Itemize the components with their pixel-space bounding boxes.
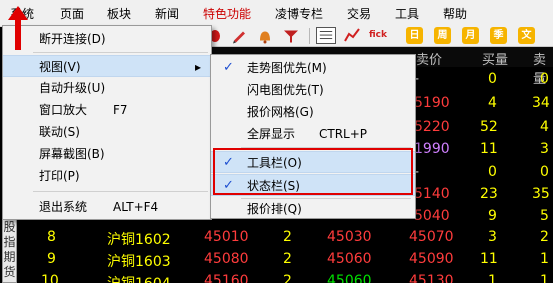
table-row[interactable]: 10 沪铜1604 45160 2 45060 45130 1 1: [0, 273, 553, 283]
menu-item-flash-first[interactable]: 闪电图优先(T): [211, 79, 415, 101]
bid-volume: 23: [480, 186, 498, 202]
line-chart-icon[interactable]: [343, 27, 361, 44]
weekly-button[interactable]: 周: [434, 27, 451, 44]
daily-button[interactable]: 日: [406, 27, 423, 44]
submenu-arrow-icon: ▸: [195, 60, 202, 74]
table-row[interactable]: 9 沪铜1603 45080 2 45060 45090 11 1: [0, 251, 553, 272]
bid-volume: 0: [488, 71, 497, 87]
ask-price: 1990: [414, 141, 450, 157]
table-row[interactable]: 8 沪铜1602 45010 2 45030 45070 3 2: [0, 229, 553, 250]
volume: 2: [283, 229, 292, 245]
ask-price: 45130: [409, 273, 454, 283]
row-number: 10: [41, 273, 59, 283]
bid-price: 45060: [327, 251, 372, 267]
contract-name: 沪铜1602: [107, 232, 171, 248]
bid-price: 45030: [327, 229, 372, 245]
annotation-highlight-box: [213, 148, 413, 195]
text-button[interactable]: 文: [518, 27, 535, 44]
ask-volume: 35: [532, 186, 550, 202]
menu-item-enlarge-window[interactable]: 窗口放大 F7: [3, 99, 211, 121]
volume: 2: [283, 273, 292, 283]
menu-item-link[interactable]: 联动(S): [3, 121, 211, 143]
ask-price: 5190: [414, 95, 450, 111]
ask-volume: 2: [540, 229, 549, 245]
ask-price: 45090: [409, 251, 454, 267]
ask-volume: 5: [540, 208, 549, 224]
menu-item-quote-grid[interactable]: 报价网格(G): [211, 101, 415, 123]
grid-view-icon[interactable]: [316, 27, 336, 44]
menu-item-disconnect[interactable]: 断开连接(D): [3, 28, 211, 50]
ask-volume: 1: [540, 273, 549, 283]
volume: 2: [283, 251, 292, 267]
system-menu: 断开连接(D) 视图(V) ▸ 自动升级(U) 窗口放大 F7 联动(S) 屏幕…: [2, 25, 212, 220]
bid-volume: 1: [488, 273, 497, 283]
bid-price: 45060: [327, 273, 372, 283]
ask-volume: 0: [540, 71, 549, 87]
shortcut: F7: [113, 103, 128, 117]
menu-column[interactable]: 凌博专栏: [275, 6, 323, 22]
menu-help[interactable]: 帮助: [443, 6, 467, 22]
menu-item-exit[interactable]: 退出系统 ALT+F4: [3, 196, 211, 218]
ask-price: 5040: [414, 208, 450, 224]
annotation-arrow-icon: [8, 6, 28, 50]
contract-name: 沪铜1603: [107, 254, 171, 270]
last-price: 45160: [204, 273, 249, 283]
menu-item-trend-first[interactable]: ✓ 走势图优先(M): [211, 57, 415, 79]
toolbar-separator: [309, 28, 310, 44]
menu-separator: [33, 52, 208, 53]
menu-tools[interactable]: 工具: [395, 6, 419, 22]
menu-separator: [33, 191, 208, 192]
menu-news[interactable]: 新闻: [155, 6, 179, 22]
row-number: 9: [47, 251, 56, 267]
bid-volume: 9: [488, 208, 497, 224]
bid-volume: 52: [480, 119, 498, 135]
bid-volume: 0: [488, 164, 497, 180]
menu-item-screenshot[interactable]: 屏幕截图(B): [3, 143, 211, 165]
header-bid-volume[interactable]: 买量: [482, 49, 508, 68]
toolbar: fick 日 周 月 季 文: [205, 25, 553, 47]
last-price: 45080: [204, 251, 249, 267]
quarterly-button[interactable]: 季: [490, 27, 507, 44]
row-number: 8: [47, 229, 56, 245]
bell-icon[interactable]: [257, 27, 273, 44]
shortcut: ALT+F4: [113, 200, 159, 214]
menu-sector[interactable]: 板块: [107, 6, 131, 22]
menu-item-view[interactable]: 视图(V) ▸: [3, 55, 211, 77]
shortcut: CTRL+P: [319, 127, 368, 141]
menu-trade[interactable]: 交易: [347, 6, 371, 22]
ask-volume: 1: [540, 251, 549, 267]
filter-icon[interactable]: [283, 27, 299, 44]
bid-volume: 11: [480, 251, 498, 267]
ask-volume: 4: [540, 119, 549, 135]
bid-volume: 11: [480, 141, 498, 157]
ask-volume: 3: [540, 141, 549, 157]
ask-volume: 34: [532, 95, 550, 111]
header-ask-price[interactable]: 卖价: [416, 49, 442, 68]
ask-price: 5220: [414, 119, 450, 135]
menu-item-fullscreen[interactable]: 全屏显示 CTRL+P: [211, 123, 415, 145]
contract-name: 沪铜1604: [107, 273, 171, 283]
futures-side-tab[interactable]: 股指期货: [2, 219, 17, 283]
monthly-button[interactable]: 月: [462, 27, 479, 44]
tick-chart-icon[interactable]: fick: [369, 27, 387, 44]
bid-volume: 3: [488, 229, 497, 245]
ask-price: 45070: [409, 229, 454, 245]
bid-volume: 4: [488, 95, 497, 111]
last-price: 45010: [204, 229, 249, 245]
menu-item-quote-row[interactable]: 报价排(Q): [211, 198, 415, 220]
ask-volume: 0: [540, 164, 549, 180]
menu-item-print[interactable]: 打印(P): [3, 165, 211, 187]
checkmark-icon: ✓: [223, 60, 234, 75]
ask-price: 5140: [414, 186, 450, 202]
menu-special-features[interactable]: 特色功能: [203, 6, 251, 22]
menu-bar: 系统 页面 板块 新闻 特色功能 凌博专栏 交易 工具 帮助: [0, 0, 553, 27]
menu-item-auto-upgrade[interactable]: 自动升级(U): [3, 77, 211, 99]
menu-page[interactable]: 页面: [60, 6, 84, 22]
pencil-icon[interactable]: [231, 27, 247, 44]
